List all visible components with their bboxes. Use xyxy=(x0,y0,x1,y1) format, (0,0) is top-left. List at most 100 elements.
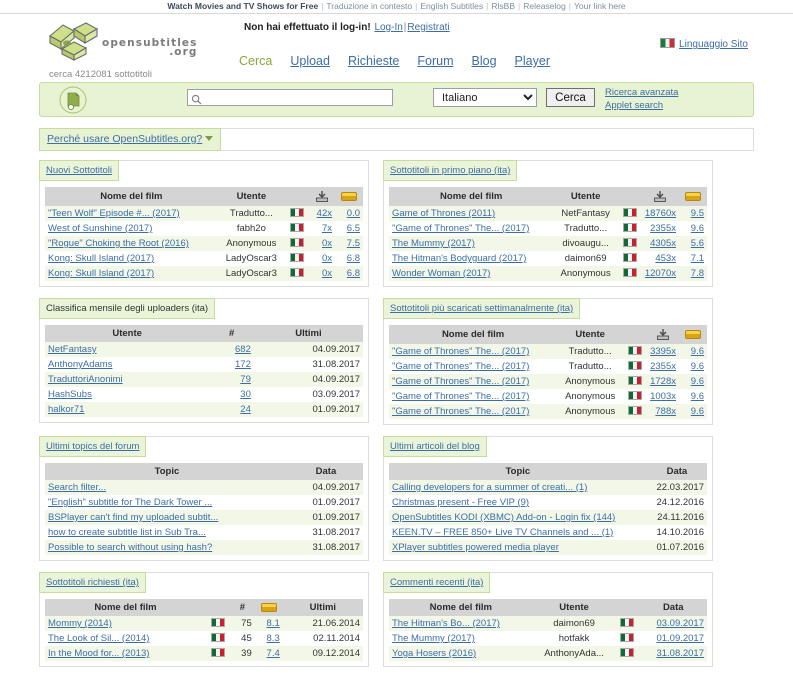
panel-title-richiesti[interactable]: Sottotitoli richiesti (ita) xyxy=(46,577,139,588)
downloads-link[interactable]: 1728x xyxy=(650,376,676,387)
film-link[interactable]: Kong: Skull Island (2017) xyxy=(48,268,154,279)
date-link[interactable]: 31.08.2017 xyxy=(656,648,704,659)
rating-link[interactable]: 7.4 xyxy=(267,648,280,659)
topic-link[interactable]: KEEN.TV – FREE 850+ Live TV Channels and… xyxy=(392,527,613,538)
film-link[interactable]: "Rogue" Choking the Root (2016) xyxy=(48,238,189,249)
login-link[interactable]: Log-In xyxy=(374,22,402,33)
topic-link[interactable]: Search filter... xyxy=(48,482,106,493)
rating-link[interactable]: 6.5 xyxy=(347,223,360,234)
rating-link[interactable]: 9.6 xyxy=(691,376,704,387)
rating-link[interactable]: 6.8 xyxy=(347,268,360,279)
rating-link[interactable]: 8.3 xyxy=(267,633,280,644)
film-link[interactable]: "Game of Thrones" The... (2017) xyxy=(392,223,529,234)
downloads-link[interactable]: 2355x xyxy=(650,361,676,372)
nav-item-player[interactable]: Player xyxy=(515,54,550,68)
search-submit-button[interactable]: Cerca xyxy=(546,88,595,107)
count-link[interactable]: 24 xyxy=(240,404,251,415)
advanced-search-link[interactable]: Ricerca avanzata xyxy=(605,86,678,99)
panel-tab-commenti[interactable]: Commenti recenti (ita) xyxy=(383,572,491,593)
film-link[interactable]: Yoga Hosers (2016) xyxy=(392,648,476,659)
rating-link[interactable]: 7.5 xyxy=(347,238,360,249)
topic-link[interactable]: BSPlayer can't find my uploaded subtit..… xyxy=(48,512,218,523)
film-link[interactable]: Wonder Woman (2017) xyxy=(392,268,490,279)
count-link[interactable]: 79 xyxy=(240,374,251,385)
film-link[interactable]: The Mummy (2017) xyxy=(392,633,475,644)
rating-link[interactable]: 9.6 xyxy=(691,346,704,357)
panel-title-forum[interactable]: Ultimi topics del forum xyxy=(46,441,139,452)
topic-link[interactable]: Christmas present - Free VIP (9) xyxy=(392,497,529,508)
promo-link-0[interactable]: Watch Movies and TV Shows for Free xyxy=(166,1,319,11)
panel-title-primo-piano[interactable]: Sottotitoli in primo piano (ita) xyxy=(390,165,510,176)
downloads-link[interactable]: 453x xyxy=(655,253,676,264)
date-link[interactable]: 03.09.2017 xyxy=(656,618,704,629)
site-logo[interactable]: opensubtitles .org cerca 4212081 sottoti… xyxy=(47,20,222,80)
film-link[interactable]: "Game of Thrones" The... (2017) xyxy=(392,376,529,387)
film-link[interactable]: Kong: Skull Island (2017) xyxy=(48,253,154,264)
rating-link[interactable]: 6.8 xyxy=(347,253,360,264)
topic-link[interactable]: OpenSubtitles KODI (XBMC) Add-on - Login… xyxy=(392,512,615,523)
downloads-link[interactable]: 3395x xyxy=(650,346,676,357)
panel-title-scaricati[interactable]: Sottotitoli più scaricati settimanalment… xyxy=(390,303,573,314)
user-link[interactable]: NetFantasy xyxy=(48,344,97,355)
film-link[interactable]: "Teen Wolf" Episode #... (2017) xyxy=(48,208,180,219)
user-link[interactable]: halkor71 xyxy=(48,404,84,415)
why-use-link[interactable]: Perché usare OpenSubtitles.org? xyxy=(47,133,202,145)
rating-link[interactable]: 5.6 xyxy=(691,238,704,249)
promo-link-2[interactable]: English Subtitles xyxy=(419,1,484,11)
rating-link[interactable]: 9.6 xyxy=(691,391,704,402)
count-link[interactable]: 682 xyxy=(235,344,251,355)
downloads-link[interactable]: 0x xyxy=(322,238,332,249)
downloads-link[interactable]: 1003x xyxy=(650,391,676,402)
topic-link[interactable]: Possible to search without using hash? xyxy=(48,542,212,553)
downloads-link[interactable]: 2355x xyxy=(650,223,676,234)
film-link[interactable]: West of Sunshine (2017) xyxy=(48,223,152,234)
downloads-link[interactable]: 0x xyxy=(322,253,332,264)
topic-link[interactable]: XPlayer subtitles powered media player xyxy=(392,542,559,553)
nav-item-richieste[interactable]: Richieste xyxy=(348,54,399,68)
rating-link[interactable]: 9.6 xyxy=(691,406,704,417)
rating-link[interactable]: 7.1 xyxy=(691,253,704,264)
promo-link-4[interactable]: Releaselog xyxy=(522,1,567,11)
film-link[interactable]: The Mummy (2017) xyxy=(392,238,475,249)
date-link[interactable]: 01.09.2017 xyxy=(656,633,704,644)
topic-link[interactable]: "English" subtitle for The Dark Tower ..… xyxy=(48,497,212,508)
search-input[interactable] xyxy=(204,92,392,103)
search-input-wrapper[interactable] xyxy=(187,89,393,106)
search-language-select[interactable]: Italiano English Tutte le lingue xyxy=(433,88,537,107)
applet-search-link[interactable]: Applet search xyxy=(605,99,678,112)
nav-item-blog[interactable]: Blog xyxy=(472,54,497,68)
count-link[interactable]: 172 xyxy=(235,359,251,370)
panel-tab-nuovi[interactable]: Nuovi Sottotitoli xyxy=(39,160,120,181)
user-link[interactable]: HashSubs xyxy=(48,389,92,400)
downloads-link[interactable]: 0x xyxy=(322,268,332,279)
panel-title-commenti[interactable]: Commenti recenti (ita) xyxy=(390,577,483,588)
film-link[interactable]: The Look of Sil... (2014) xyxy=(48,633,149,644)
rating-link[interactable]: 9.6 xyxy=(691,223,704,234)
promo-link-1[interactable]: Traduzione in contesto xyxy=(325,1,413,11)
film-link[interactable]: "Game of Thrones" The... (2017) xyxy=(392,406,529,417)
rating-link[interactable]: 9.6 xyxy=(691,361,704,372)
rating-link[interactable]: 8.1 xyxy=(267,618,280,629)
film-link[interactable]: The Hitman's Bodyguard (2017) xyxy=(392,253,526,264)
nav-item-forum[interactable]: Forum xyxy=(417,54,453,68)
site-language-link[interactable]: Linguaggio Sito xyxy=(679,39,748,50)
topic-link[interactable]: how to create subtitle list in Sub Tra..… xyxy=(48,527,206,538)
panel-title-blog[interactable]: Ultimi articoli del blog xyxy=(390,441,480,452)
rating-link[interactable]: 0.0 xyxy=(347,208,360,219)
downloads-link[interactable]: 42x xyxy=(317,208,332,219)
panel-title-nuovi[interactable]: Nuovi Sottotitoli xyxy=(46,165,112,176)
promo-link-3[interactable]: RlsBB xyxy=(490,1,516,11)
rating-link[interactable]: 7.8 xyxy=(691,268,704,279)
nav-item-cerca[interactable]: Cerca xyxy=(239,54,272,68)
count-link[interactable]: 30 xyxy=(240,389,251,400)
film-link[interactable]: Game of Thrones (2011) xyxy=(392,208,495,219)
user-link[interactable]: AnthonyAdams xyxy=(48,359,112,370)
downloads-link[interactable]: 18760x xyxy=(645,208,676,219)
film-link[interactable]: In the Mood for... (2013) xyxy=(48,648,149,659)
why-use-tab[interactable]: Perché usare OpenSubtitles.org? xyxy=(39,128,222,151)
film-link[interactable]: Mommy (2014) xyxy=(48,618,112,629)
panel-tab-primo-piano[interactable]: Sottotitoli in primo piano (ita) xyxy=(383,160,518,181)
topic-link[interactable]: Calling developers for a summer of creat… xyxy=(392,482,587,493)
downloads-link[interactable]: 4305x xyxy=(650,238,676,249)
nav-item-upload[interactable]: Upload xyxy=(290,54,330,68)
